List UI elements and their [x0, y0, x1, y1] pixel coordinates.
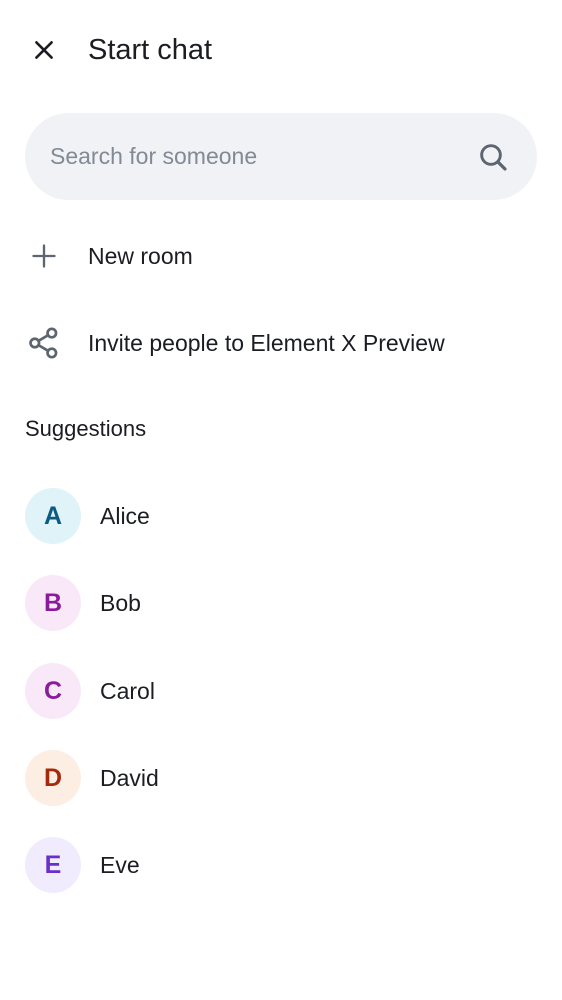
avatar: C	[25, 663, 81, 719]
avatar: B	[25, 575, 81, 631]
plus-icon	[26, 238, 62, 274]
top-app-bar: Start chat	[0, 0, 562, 100]
avatar-initial: C	[43, 676, 63, 705]
avatar-initial: E	[44, 850, 62, 879]
suggestion-name: Carol	[100, 678, 155, 704]
avatar-initial: D	[43, 763, 63, 792]
avatar: D	[25, 750, 81, 806]
search-bar[interactable]	[25, 113, 537, 200]
avatar: A	[25, 488, 81, 544]
new-room-label: New room	[88, 243, 193, 269]
suggestion-name: Bob	[100, 590, 141, 616]
invite-people-label: Invite people to Element X Preview	[88, 330, 445, 356]
suggestion-item-david[interactable]: D David	[0, 738, 562, 818]
suggestion-name: David	[100, 765, 159, 791]
suggestion-item-alice[interactable]: A Alice	[0, 476, 562, 556]
invite-people-button[interactable]: Invite people to Element X Preview	[0, 305, 562, 381]
suggestions-heading: Suggestions	[25, 416, 147, 441]
search-icon[interactable]	[477, 141, 509, 173]
new-room-button[interactable]: New room	[0, 218, 562, 294]
suggestion-name: Alice	[100, 503, 150, 529]
avatar-initial: A	[43, 501, 63, 530]
share-icon	[26, 325, 62, 361]
close-icon	[35, 41, 53, 59]
suggestion-item-carol[interactable]: C Carol	[0, 651, 562, 731]
suggestion-name: Eve	[100, 852, 140, 878]
avatar-initial: B	[43, 588, 63, 617]
avatar: E	[25, 837, 81, 893]
suggestion-item-eve[interactable]: E Eve	[0, 825, 562, 905]
close-button[interactable]	[22, 28, 66, 72]
search-input[interactable]	[50, 113, 470, 200]
suggestion-item-bob[interactable]: B Bob	[0, 563, 562, 643]
page-title: Start chat	[88, 34, 213, 66]
